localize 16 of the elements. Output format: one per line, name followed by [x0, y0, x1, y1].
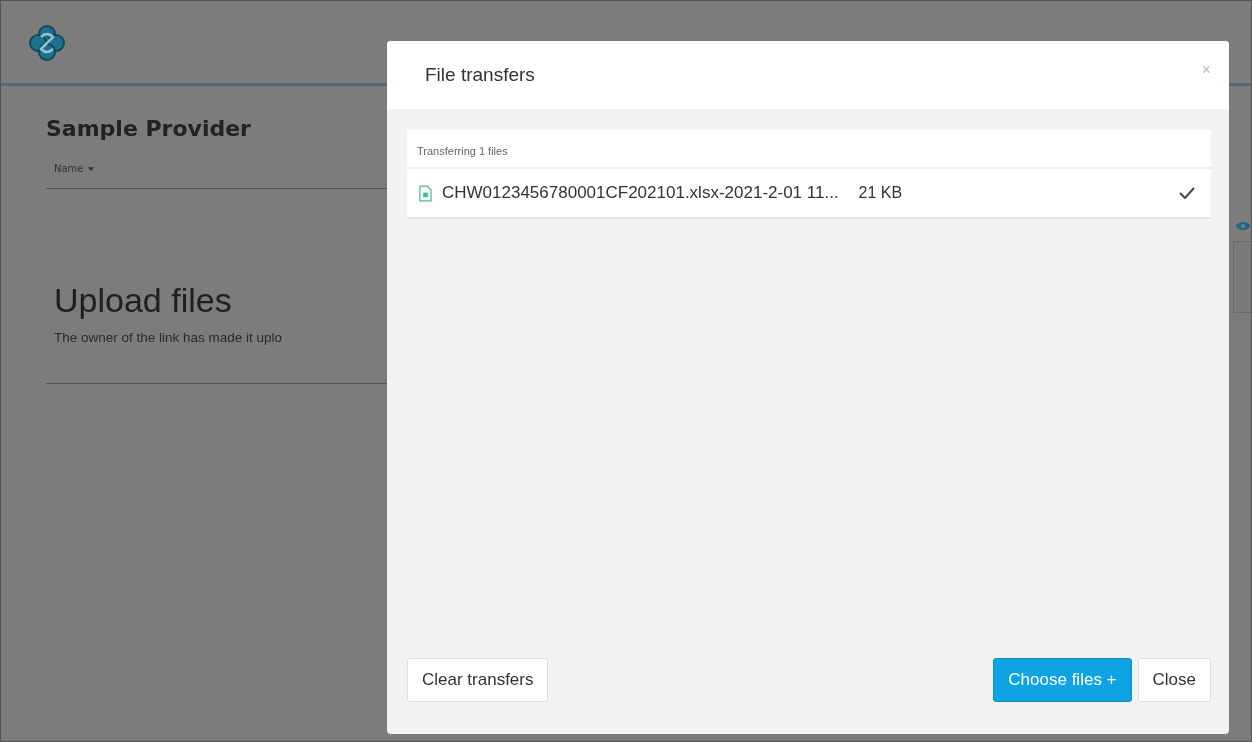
logo-icon: [27, 23, 67, 63]
description-text: The owner of the link has made it uplo: [54, 330, 284, 345]
eye-icon[interactable]: [1235, 221, 1251, 231]
provider-title: Sample Provider: [46, 116, 252, 141]
dialog-button[interactable]: Clear transfers: [407, 658, 549, 702]
caret-icon: [87, 167, 94, 171]
dialog-button[interactable]: Close: [1137, 658, 1211, 702]
dialog-title: File transfers: [425, 64, 535, 86]
transfer-summary: Transferring 1 files: [407, 130, 1211, 169]
file-name: CHW0123456780001CF202101.xlsx-2021-2-01 11...: [442, 183, 839, 203]
close-button[interactable]: ×: [1201, 61, 1211, 79]
sort-button[interactable]: Name: [54, 163, 94, 174]
primary-button[interactable]: Choose files +: [993, 658, 1132, 702]
file-size: 21 KB: [858, 184, 903, 202]
page-heading: Upload files: [54, 281, 233, 320]
file-icon: [419, 184, 432, 202]
